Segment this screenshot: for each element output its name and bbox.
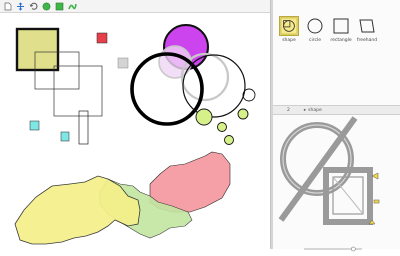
expand-arrow-icon[interactable]: ▸ (304, 108, 306, 113)
circle-shape-lime-2[interactable] (237, 108, 249, 120)
tool-rectangle-label: rectangle (330, 38, 352, 43)
drawing-canvas[interactable] (0, 14, 270, 249)
circle-icon (307, 18, 323, 34)
circle-shape-lime-4[interactable] (224, 135, 234, 145)
zoom-slider[interactable] (303, 237, 363, 252)
tool-palette: shape circle rectangle freehand (273, 12, 400, 46)
rectangle-icon (333, 18, 349, 34)
circle-shape-medium[interactable] (182, 54, 246, 118)
rectangle-shape-outline-2[interactable] (53, 65, 103, 117)
right-panel: shape circle rectangle freehand 2 ▸ shap… (273, 0, 400, 252)
shape-preview[interactable] (273, 116, 400, 236)
shape-icon (279, 16, 299, 36)
main-toolbar (0, 0, 270, 13)
shape-inspector-header: 2 ▸ shape (273, 105, 400, 115)
tool-circle[interactable]: circle (303, 16, 327, 44)
rectangle-shape-yellow[interactable] (15, 27, 60, 72)
rectangle-shape-grey[interactable] (117, 57, 129, 69)
tool-freehand-label: freehand (356, 38, 378, 43)
circle-shape-small-outline[interactable] (242, 88, 256, 102)
resize-handle-side[interactable] (373, 199, 380, 204)
freehand-icon (359, 19, 375, 33)
undo-icon[interactable] (28, 1, 39, 11)
new-document-icon[interactable] (2, 1, 13, 11)
rectangle-shape-cyan-1[interactable] (29, 120, 40, 131)
zoom-slider-knob[interactable] (350, 246, 356, 252)
rectangle-tool-icon[interactable] (54, 1, 65, 11)
circle-tool-icon[interactable] (41, 1, 52, 11)
tool-shape[interactable]: shape (277, 16, 301, 44)
tool-freehand[interactable]: freehand (355, 16, 379, 44)
shape-index: 2 (287, 107, 290, 113)
freehand-tool-icon[interactable] (67, 1, 78, 11)
align-icon[interactable] (15, 1, 26, 11)
tool-rectangle[interactable]: rectangle (329, 16, 353, 44)
circle-shape-lime-1[interactable] (195, 108, 213, 126)
rectangle-shape-cyan-2[interactable] (60, 131, 70, 142)
rectangle-shape-red[interactable] (96, 32, 108, 44)
shape-type: shape (308, 107, 322, 113)
circle-shape-lime-3[interactable] (217, 122, 227, 132)
tool-circle-label: circle (309, 38, 321, 43)
tool-shape-label: shape (282, 38, 296, 43)
